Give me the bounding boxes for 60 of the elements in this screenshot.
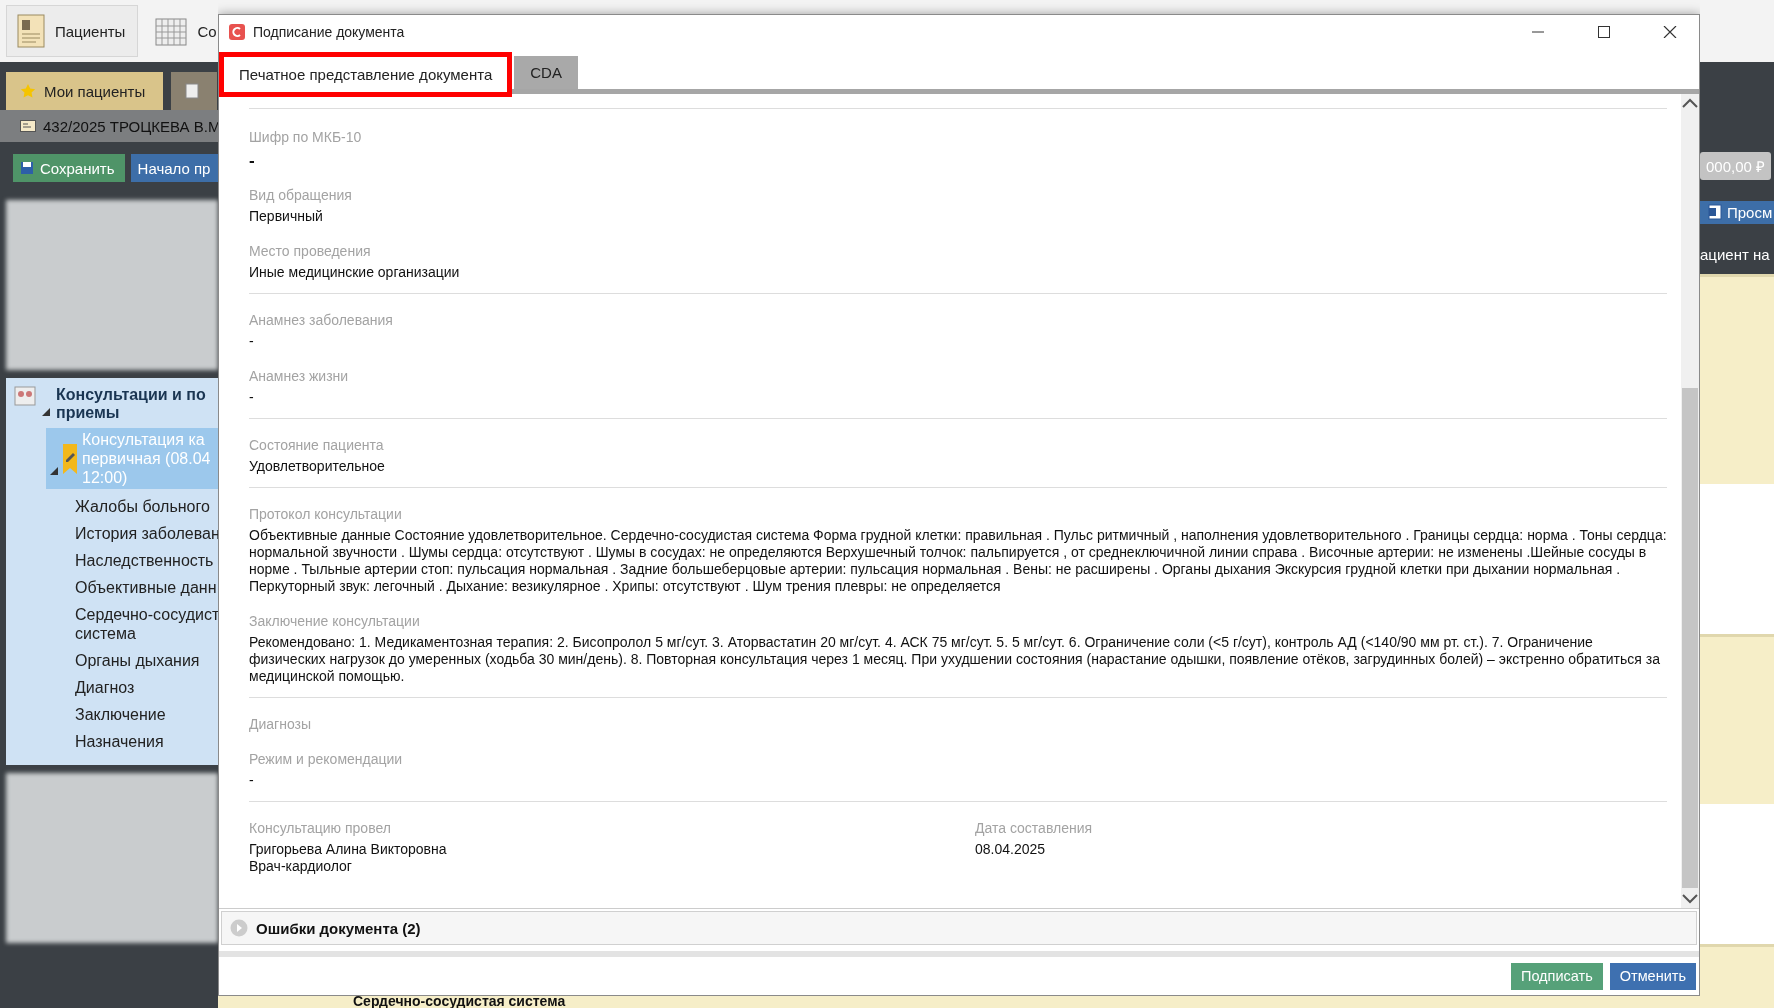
tree-item[interactable]: Жалобы больного [75,493,218,520]
field-label: Консультацию провел [249,820,392,837]
field-value: Объективные данные Состояние удовлетворительное. Сердечно-сосудистая система Форма грудной клетки: правильная . Пульс ритмичный , наполнения удовлетворительного . Границы сердца: норма . Тоны сердца: нормальной звучности . Шумы сердца: отсутствуют . Шумы в сосудах: не определяются Верхушечный толчок: пальпируется , от среднеключичной линии справа . Височные артерии: не изменены .Шейные сосуды в норме . Тыльные артерии стоп: пульсация нормальная . Задние большеберцовые артерии: пульсация нормальная . Вены: не расширены . Органы дыхания Экскурсия грудной клетки при дыхании нормальная . Перкуторный звук: легочный . Дыхание: везикулярное . Хрипы: отсутствуют . Шум трения плевры: не определяется [249,527,1667,595]
patient-card-icon [17,14,45,48]
document-icon [185,83,200,99]
tab[interactable]: CDA [514,56,578,89]
toolbar-button[interactable]: Со [152,5,218,57]
chevron-up-icon [1682,98,1698,108]
field-value: Григорьева Алина Викторовна Врач-кардиолог [249,841,448,875]
chevron-down-icon [1682,894,1698,904]
action-button[interactable]: Начало пр [130,154,218,182]
field-value: - [249,389,255,406]
pencil-bookmark-icon [62,443,78,474]
field-label: Режим и рекомендации [249,751,404,768]
amount-label: 000,00 ₽ [1700,152,1772,180]
field-label: Протокол консультации [249,506,403,523]
field-value: - [249,333,255,350]
errors-expander[interactable]: Ошибки документа (2) [221,911,1697,945]
calendar-icon [155,16,188,46]
id-card-icon [20,120,36,132]
field-value: Рекомендовано: 1. Медикаментозная терапия: 2. Бисопролол 5 мг/сут. 3. Аторвастатин 20 мг/сут. 4. АСК 75 мг/сут. 5. 5 мг/сут. 6. Ограничение соли (<5 г/сут), контроль АД (<140/90 мм рт. ст.). 7. Ограничение физических нагрузок до умеренных (ходьба 30 мин/день). 8. Повторная консультация через 1 месяц. При ухудшении состояния (нарастание одышки, появление отёков, загрудинных болей) – экстренно обратиться за медицинской помощью. [249,634,1661,685]
close-icon [1663,25,1677,38]
tab[interactable] [171,72,218,110]
cancel-button[interactable]: Отменить [1609,962,1696,990]
tree-item[interactable]: Наследственность [75,547,218,574]
field-value: - [249,772,255,789]
tree-item[interactable]: Назначения [75,728,218,755]
field-label: Состояние пациента [249,437,385,454]
section-heading: Сердечно-сосудистая система [353,996,566,1008]
field-label: Анамнез заболевания [249,312,394,329]
field-label: Шифр по МКБ-10 [249,129,363,146]
field-label: Вид обращения [249,187,353,204]
tree-item[interactable]: Диагноз [75,674,218,701]
scrollbar[interactable] [1681,94,1699,908]
field-value: 08.04.2025 [975,841,1047,858]
maximize-icon [1597,25,1611,38]
star-icon [20,83,36,99]
tree-item[interactable]: Заключение [75,701,218,728]
window-title: Подписание документа [253,23,406,40]
column-header: ациент на [1700,245,1770,263]
scrollbar-thumb[interactable] [1682,388,1698,888]
toolbar-button[interactable]: Пациенты [6,5,139,57]
field-label: Дата составления [975,820,1094,837]
tree-item[interactable]: Органы дыхания [75,647,218,674]
field-value: - [249,152,256,169]
field-label: Анамнез жизни [249,368,350,385]
word-document-icon [1708,204,1722,220]
save-button[interactable]: Сохранить [13,154,125,182]
field-label: Заключение консультации [249,613,421,630]
field-value: Иные медицинские организации [249,264,461,281]
field-value: Первичный [249,208,324,225]
view-button[interactable]: Просм [1700,200,1774,224]
app-logo-icon [229,23,245,40]
tree-group-label[interactable]: Консультации и по приемы [56,386,206,422]
tree-item[interactable]: Объективные данн [75,574,218,601]
tab[interactable]: Мои пациенты [6,72,164,110]
field-label: Диагнозы [249,716,313,733]
field-value: Удовлетворительное [249,458,386,475]
field-label: Место проведения [249,243,372,260]
tree-item[interactable]: История заболеван [75,520,218,547]
